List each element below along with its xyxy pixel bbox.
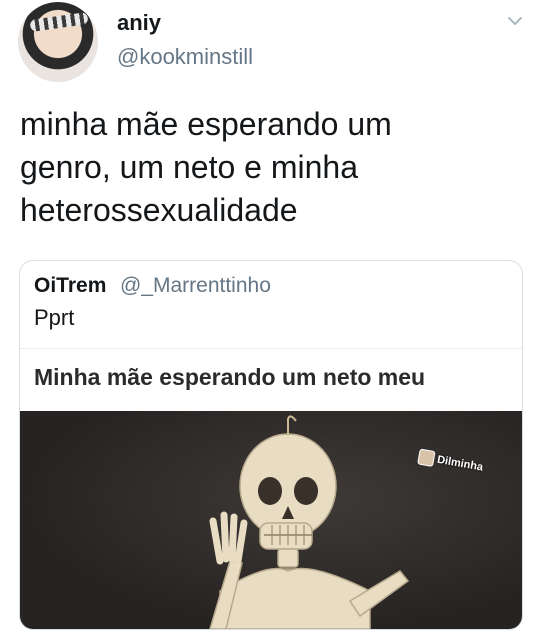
quoted-display-name[interactable]: OiTrem [34, 274, 106, 298]
chevron-down-icon[interactable] [504, 10, 526, 32]
tweet-text: minha mãe esperando um genro, um neto e … [20, 106, 392, 228]
display-name[interactable]: aniy [117, 10, 161, 36]
watermark-logo-icon [417, 448, 436, 467]
quoted-tweet[interactable]: OiTrem @_Marrenttinho Pprt Minha mãe esp… [19, 260, 523, 630]
avatar[interactable] [18, 2, 98, 82]
user-handle[interactable]: @kookminstill [117, 44, 253, 70]
quoted-tweet-text: Pprt [34, 305, 75, 330]
meme-caption: Minha mãe esperando um neto meu [34, 364, 426, 390]
skeleton-meme-image[interactable]: Dilminha [20, 411, 522, 629]
divider [20, 348, 522, 349]
skeleton-illustration [209, 415, 410, 629]
quoted-user-handle[interactable]: @_Marrenttinho [120, 274, 271, 298]
